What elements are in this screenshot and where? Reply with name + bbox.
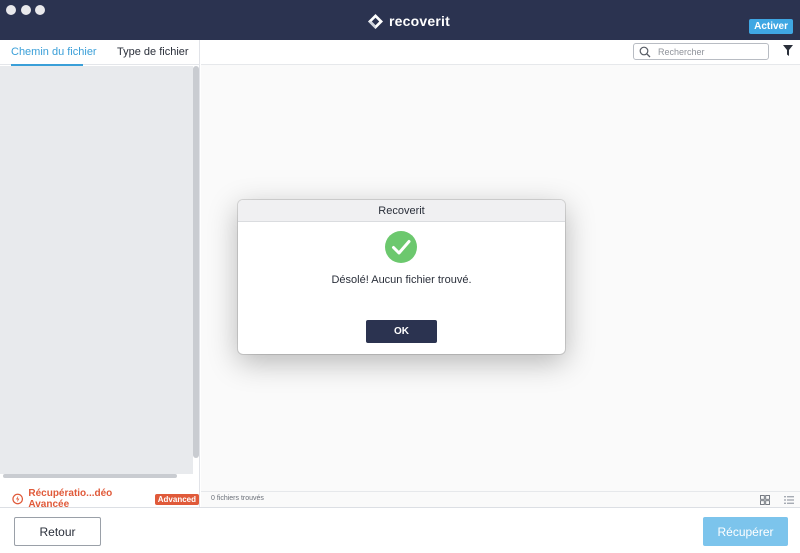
- search-input[interactable]: [658, 46, 758, 57]
- vertical-scrollbar[interactable]: [193, 66, 199, 458]
- recover-button[interactable]: Récupérer: [703, 517, 788, 546]
- status-bar: 0 fichiers trouvés: [201, 491, 800, 507]
- title-bar: recoverit Activer: [0, 0, 800, 40]
- files-found-count: 0 fichiers trouvés: [211, 495, 264, 502]
- activate-button[interactable]: Activer: [749, 19, 793, 34]
- sidebar-tabs: Chemin du fichier Type de fichier: [0, 40, 200, 66]
- filter-icon[interactable]: [783, 45, 793, 56]
- search-icon: [639, 46, 651, 57]
- advanced-recovery-icon: [12, 493, 24, 505]
- footer-bar: Retour Récupérer: [0, 507, 800, 553]
- maximize-window-button[interactable]: [35, 5, 45, 15]
- folder-tree[interactable]: [0, 66, 193, 474]
- recoverit-logo-icon: [368, 13, 383, 29]
- app-logo: recoverit: [368, 13, 450, 29]
- tab-file-path[interactable]: Chemin du fichier: [11, 46, 97, 58]
- app-name: recoverit: [389, 13, 450, 29]
- main-toolbar: [201, 40, 800, 65]
- ok-button[interactable]: OK: [366, 320, 437, 343]
- list-view-icon[interactable]: [784, 495, 794, 505]
- horizontal-scrollbar[interactable]: [3, 474, 177, 478]
- advanced-badge: Advanced: [154, 493, 199, 505]
- grid-view-icon[interactable]: [760, 495, 770, 505]
- dialog-title: Recoverit: [378, 205, 425, 217]
- close-window-button[interactable]: [6, 5, 16, 15]
- success-check-icon: [385, 231, 417, 263]
- minimize-window-button[interactable]: [21, 5, 31, 15]
- tab-file-type[interactable]: Type de fichier: [117, 46, 189, 58]
- sidebar: Chemin du fichier Type de fichier Récupé…: [0, 40, 200, 510]
- dialog-message: Désolé! Aucun fichier trouvé.: [331, 274, 472, 286]
- no-files-found-dialog: Recoverit Désolé! Aucun fichier trouvé. …: [238, 200, 565, 354]
- search-box[interactable]: [633, 43, 769, 60]
- back-button[interactable]: Retour: [14, 517, 101, 546]
- dialog-title-bar: Recoverit: [238, 200, 565, 222]
